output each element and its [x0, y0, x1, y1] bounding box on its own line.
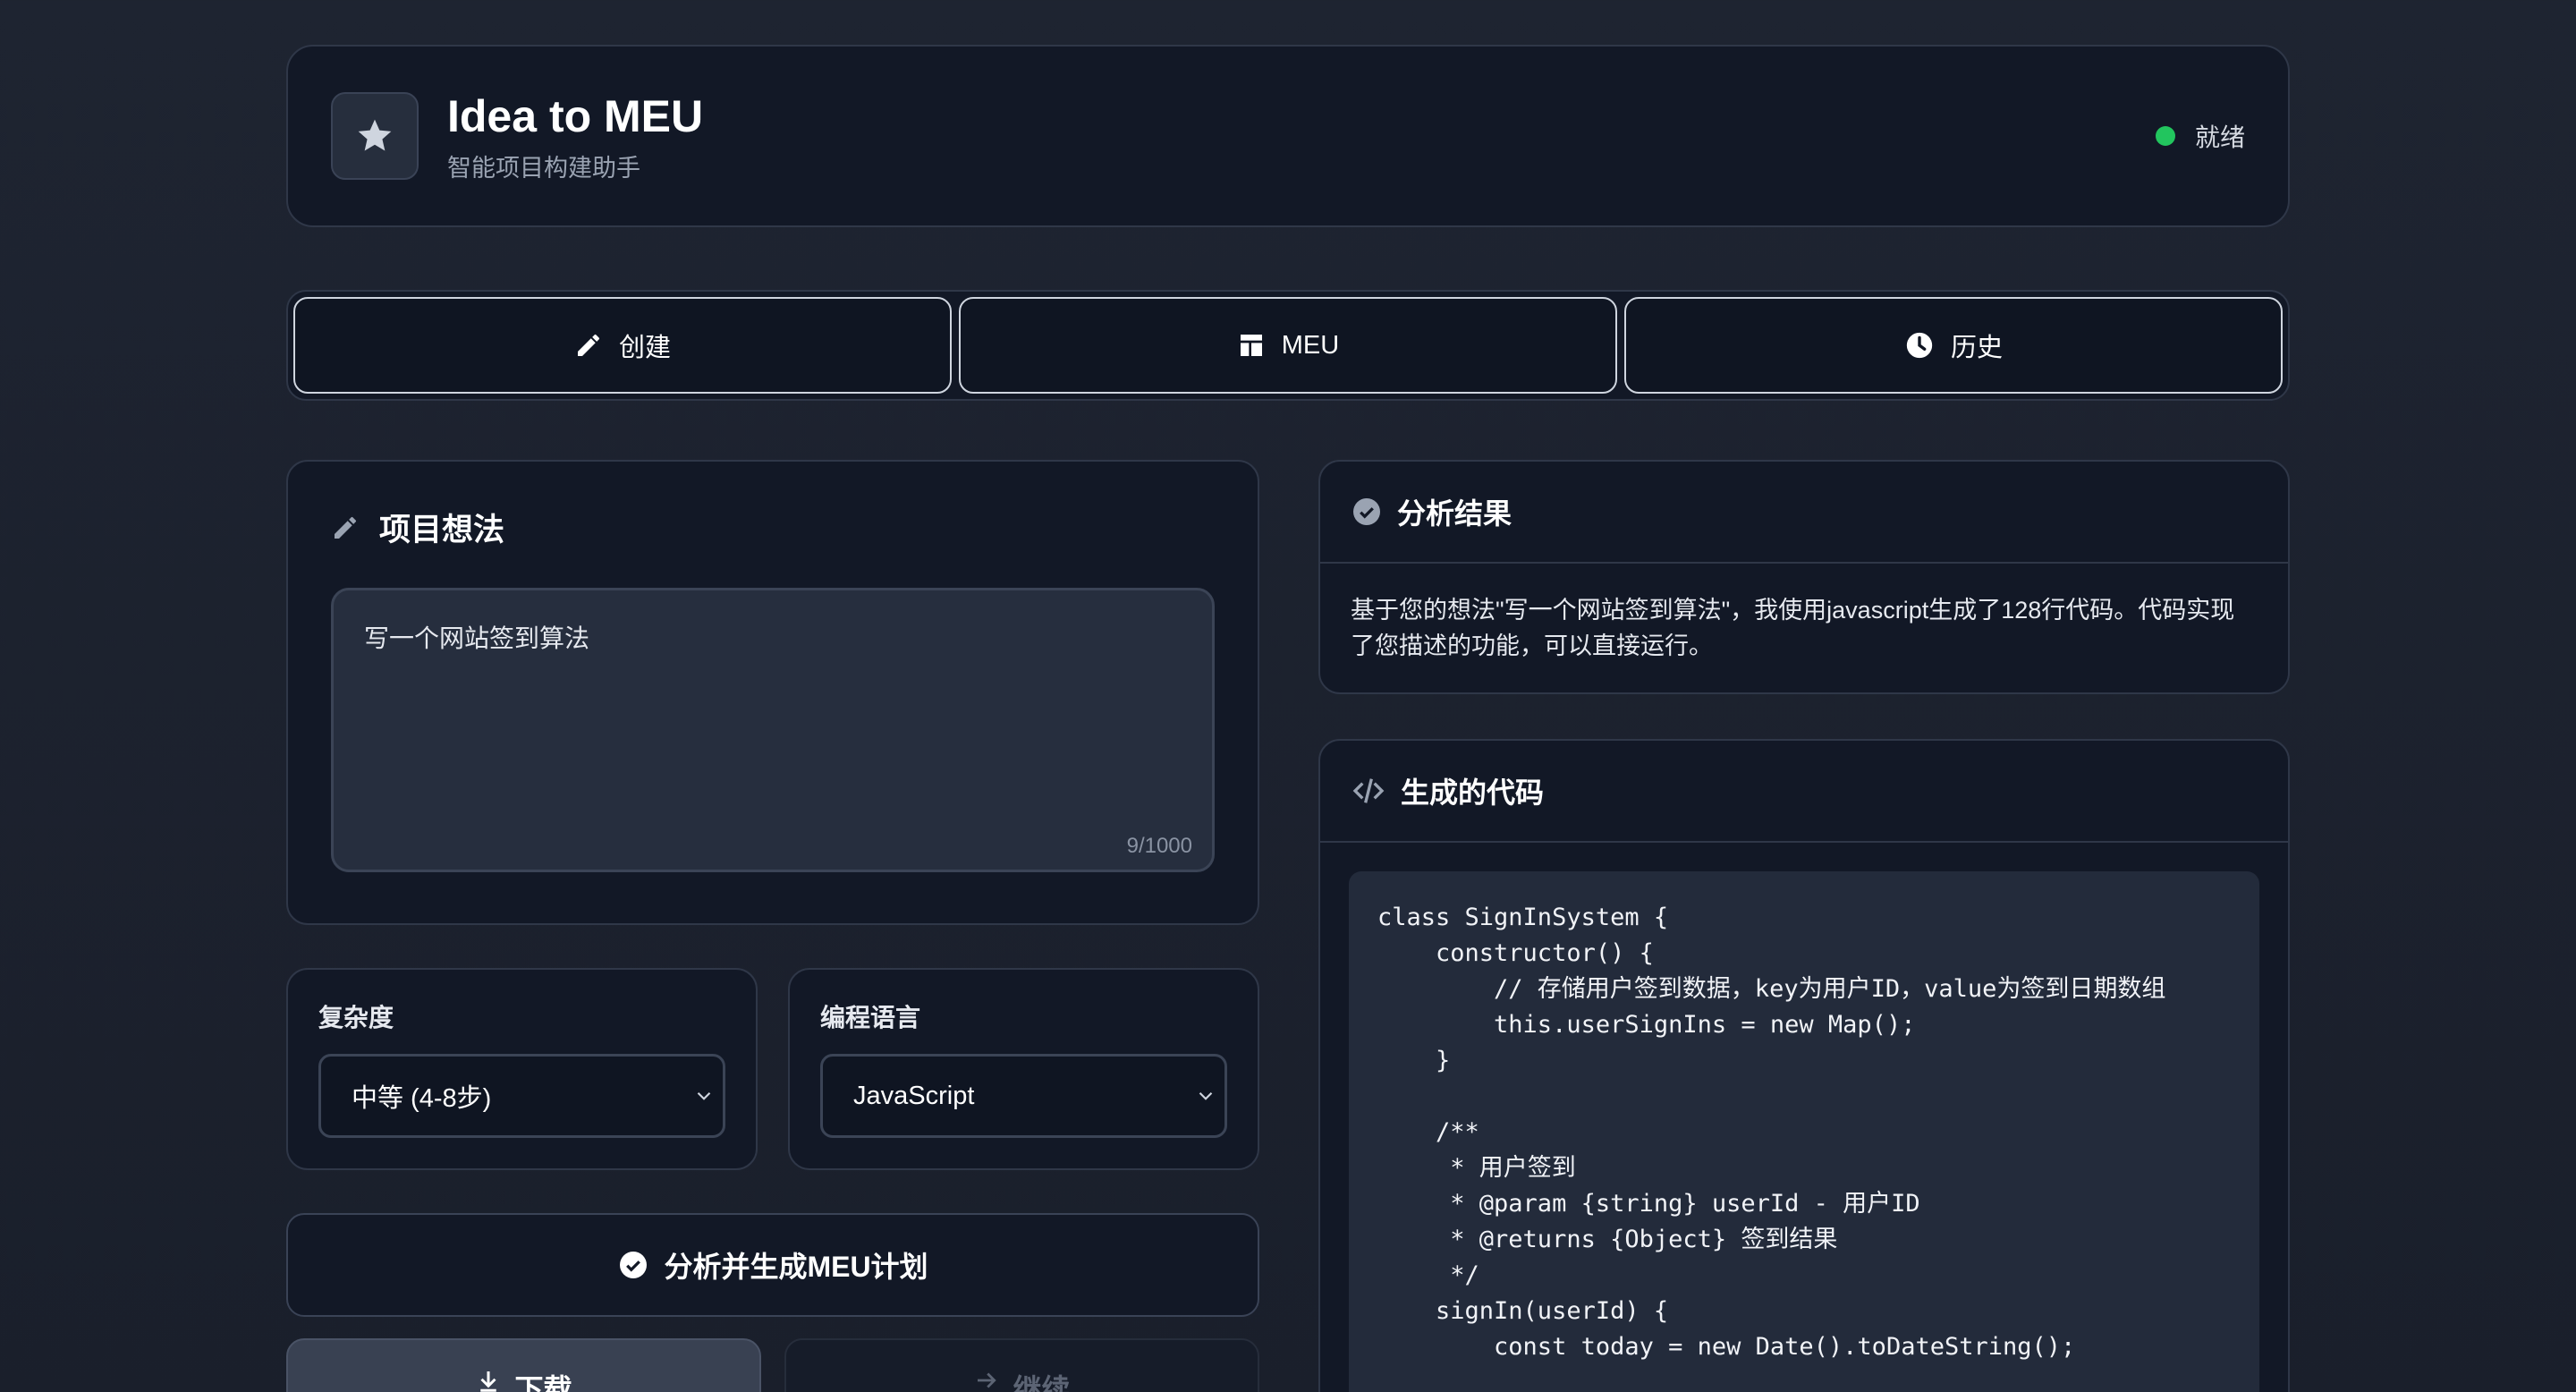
- language-value: JavaScript: [853, 1081, 975, 1110]
- app-header: Idea to MEU 智能项目构建助手 就绪: [286, 45, 2290, 227]
- analyze-label: 分析并生成MEU计划: [664, 1251, 928, 1283]
- pencil-icon: [577, 334, 599, 356]
- code-line: const today = new Date().toDateString();: [1377, 1333, 2076, 1361]
- content-columns: 项目想法 写一个网站签到算法 9/1000 复杂度 中等 (4-8步) 编程语言…: [286, 460, 2290, 1392]
- code-line: * 用户签到: [1377, 1154, 1576, 1182]
- complexity-value: 中等 (4-8步): [352, 1084, 492, 1113]
- complexity-card: 复杂度 中等 (4-8步): [286, 968, 758, 1170]
- tab-history[interactable]: 历史: [1624, 297, 2283, 394]
- download-icon: [480, 1371, 497, 1392]
- continue-label: 继续: [1013, 1373, 1071, 1392]
- chevron-down-icon: [697, 1091, 711, 1100]
- tab-meu[interactable]: MEU: [959, 297, 1617, 394]
- code-line: * @returns {Object} 签到结果: [1377, 1226, 1838, 1253]
- analyze-button[interactable]: 分析并生成MEU计划: [286, 1213, 1259, 1317]
- char-counter: 9/1000: [1126, 834, 1192, 858]
- arrow-right-icon: [978, 1372, 997, 1388]
- idea-text: 写一个网站签到算法: [364, 624, 590, 652]
- code-line: constructor() {: [1377, 939, 1654, 967]
- pencil-icon: [335, 516, 356, 539]
- code-card: 生成的代码 class SignInSystem { constructor()…: [1318, 739, 2290, 1392]
- main-tabs: 创建 MEU 历史: [286, 290, 2290, 401]
- check-circle-icon: [620, 1252, 648, 1278]
- code-line: */: [1377, 1261, 1479, 1289]
- layout-icon: [1240, 335, 1262, 356]
- idea-card: 项目想法 写一个网站签到算法 9/1000: [286, 460, 1259, 925]
- complexity-label: 复杂度: [318, 1004, 394, 1031]
- language-card: 编程语言 JavaScript: [788, 968, 1259, 1170]
- tab-create-label: 创建: [618, 334, 671, 362]
- code-heading: 生成的代码: [1320, 741, 2288, 843]
- tab-history-label: 历史: [1950, 334, 2003, 362]
- idea-heading-label: 项目想法: [379, 513, 505, 547]
- code-line: /**: [1377, 1118, 1479, 1146]
- code-line: }: [1377, 1047, 1451, 1074]
- result-text: 基于您的想法"写一个网站签到算法"，我使用javascript生成了128行代码…: [1351, 597, 2235, 659]
- chevron-down-icon: [1199, 1091, 1213, 1100]
- left-column: 项目想法 写一个网站签到算法 9/1000 复杂度 中等 (4-8步) 编程语言…: [286, 460, 1259, 1392]
- status-indicator: 就绪: [2155, 118, 2245, 154]
- code-icon: [1352, 778, 1385, 803]
- code-heading-label: 生成的代码: [1401, 777, 1545, 809]
- clock-icon: [1906, 332, 1933, 359]
- continue-button[interactable]: 继续: [784, 1338, 1259, 1392]
- tab-create[interactable]: 创建: [293, 297, 952, 394]
- language-select[interactable]: JavaScript: [820, 1054, 1227, 1138]
- title-block: Idea to MEU 智能项目构建助手: [447, 89, 703, 183]
- language-label: 编程语言: [820, 1004, 921, 1031]
- code-line: signIn(userId) {: [1377, 1297, 1669, 1325]
- code-line: // 存储用户签到数据，key为用户ID，value为签到日期数组: [1377, 975, 2166, 1003]
- idea-textarea[interactable]: 写一个网站签到算法 9/1000: [331, 588, 1215, 872]
- app-title: Idea to MEU: [447, 90, 704, 141]
- app-logo: [331, 92, 419, 180]
- options-row: 复杂度 中等 (4-8步) 编程语言 JavaScript: [286, 968, 1259, 1170]
- result-heading-label: 分析结果: [1397, 497, 1513, 530]
- result-card: 分析结果 基于您的想法"写一个网站签到算法"，我使用javascript生成了1…: [1318, 460, 2290, 694]
- check-circle-icon: [1353, 498, 1380, 525]
- right-column: 分析结果 基于您的想法"写一个网站签到算法"，我使用javascript生成了1…: [1318, 460, 2290, 1392]
- tab-meu-label: MEU: [1281, 330, 1340, 360]
- code-line: * @param {string} userId - 用户ID: [1377, 1190, 1920, 1218]
- status-dot: [2155, 126, 2175, 146]
- action-buttons: 下载 继续: [286, 1338, 1259, 1392]
- star-icon: [358, 119, 392, 151]
- download-label: 下载: [514, 1373, 572, 1392]
- complexity-select[interactable]: 中等 (4-8步): [318, 1054, 725, 1138]
- download-button[interactable]: 下载: [286, 1338, 761, 1392]
- code-line: this.userSignIns = new Map();: [1377, 1011, 1916, 1039]
- idea-heading: 项目想法: [331, 505, 1215, 550]
- result-heading: 分析结果: [1320, 462, 2288, 564]
- code-line: class SignInSystem {: [1377, 904, 1669, 931]
- status-text: 就绪: [2194, 123, 2245, 151]
- app-subtitle: 智能项目构建助手: [447, 154, 640, 182]
- code-block[interactable]: class SignInSystem { constructor() { // …: [1349, 871, 2259, 1392]
- app-container: Idea to MEU 智能项目构建助手 就绪 创建 MEU 历史 项目想法 写…: [286, 45, 2290, 1392]
